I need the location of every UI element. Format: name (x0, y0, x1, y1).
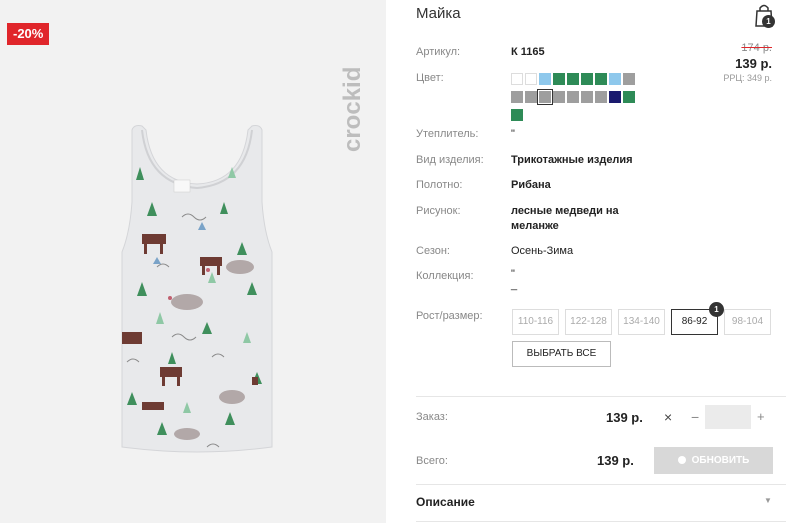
description-toggle[interactable]: Описание (416, 495, 475, 509)
fabric-value: Рибана (511, 179, 551, 191)
size-option[interactable]: 134-140 (618, 309, 665, 335)
quantity-increase-button[interactable]: + (757, 409, 765, 424)
season-label: Сезон: (416, 245, 450, 257)
size-option[interactable]: 110-116 (512, 309, 559, 335)
product-details: Майка 1 174 р. 139 р. РРЦ: 349 р. Артику… (416, 0, 786, 523)
chevron-down-icon[interactable]: ▼ (764, 496, 772, 505)
current-price: 139 р. (735, 56, 772, 71)
color-swatch[interactable] (609, 91, 621, 103)
tank-top-image (121, 125, 273, 453)
update-button-label: ОБНОВИТЬ (691, 455, 750, 466)
color-swatch[interactable] (567, 73, 579, 85)
fabric-label: Полотно: (416, 179, 463, 191)
color-swatch-selected[interactable] (537, 89, 553, 105)
color-swatch[interactable] (525, 91, 537, 103)
color-swatch[interactable] (567, 91, 579, 103)
size-option[interactable]: 122-128 (565, 309, 612, 335)
cart-icon (677, 456, 686, 464)
divider (416, 396, 786, 397)
collection-label: Коллекция: (416, 270, 474, 282)
color-swatches (511, 73, 661, 127)
insulation-value: " (511, 128, 515, 140)
color-swatch[interactable] (553, 73, 565, 85)
color-swatch[interactable] (581, 73, 593, 85)
type-label: Вид изделия: (416, 154, 484, 166)
recommended-retail-price: РРЦ: 349 р. (723, 73, 772, 83)
product-title: Майка (416, 5, 461, 22)
color-swatch[interactable] (511, 73, 523, 85)
color-swatch[interactable] (553, 91, 565, 103)
svg-text:crockid: crockid (339, 67, 366, 152)
pattern-label: Рисунок: (416, 205, 461, 217)
total-label: Всего: (416, 455, 448, 467)
color-swatch[interactable] (595, 91, 607, 103)
color-swatch[interactable] (623, 91, 635, 103)
pattern-value-line2: меланже (511, 220, 559, 232)
multiply-icon: × (664, 409, 673, 425)
color-swatch[interactable] (581, 91, 593, 103)
product-image-panel: -20% crockid (0, 0, 386, 523)
color-swatch[interactable] (511, 91, 523, 103)
color-swatch[interactable] (595, 73, 607, 85)
size-quantity-badge: 1 (709, 302, 724, 317)
update-button[interactable]: ОБНОВИТЬ (654, 447, 773, 474)
color-swatch[interactable] (539, 73, 551, 85)
quantity-input[interactable] (705, 405, 751, 429)
quantity-decrease-button[interactable]: − (691, 409, 699, 425)
insulation-label: Утеплитель: (416, 128, 479, 140)
divider (416, 521, 786, 522)
color-label: Цвет: (416, 72, 444, 84)
type-value: Трикотажные изделия (511, 154, 633, 166)
color-swatch[interactable] (511, 109, 523, 121)
season-value: Осень-Зима (511, 245, 574, 257)
old-price: 174 р. (741, 42, 772, 54)
total-price: 139 р. (597, 453, 634, 468)
divider (416, 484, 786, 485)
cart-count-badge: 1 (762, 15, 775, 28)
order-price: 139 р. (606, 410, 643, 425)
brand-logo: crockid (339, 67, 366, 152)
color-swatch[interactable] (525, 73, 537, 85)
select-all-button[interactable]: ВЫБРАТЬ ВСЕ (512, 341, 611, 367)
size-option[interactable]: 98-104 (724, 309, 771, 335)
color-swatch[interactable] (623, 73, 635, 85)
article-label: Артикул: (416, 46, 461, 58)
color-swatch[interactable] (609, 73, 621, 85)
order-label: Заказ: (416, 411, 448, 423)
pattern-value-line1: лесные медведи на (511, 205, 619, 217)
size-label: Рост/размер: (416, 310, 483, 322)
collection-value-line2: _ (511, 279, 518, 291)
article-value: К 1165 (511, 46, 545, 58)
discount-badge: -20% (7, 23, 50, 45)
